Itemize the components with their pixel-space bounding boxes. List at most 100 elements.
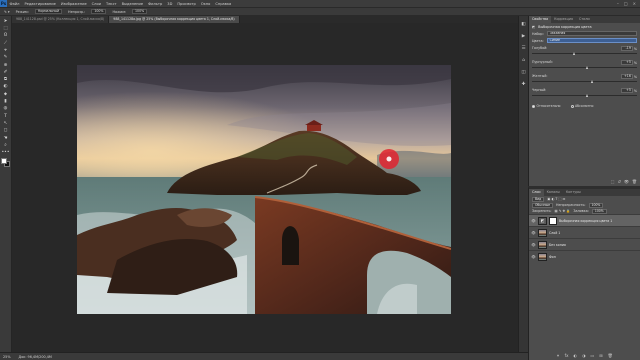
adjustment-layer-icon[interactable]: ◑ — [582, 353, 586, 358]
eyedropper-tool-icon[interactable]: ✎ — [2, 55, 10, 61]
libraries-panel-icon[interactable]: ⌂ — [520, 57, 527, 64]
menu-view[interactable]: Просмотр — [175, 2, 198, 6]
layer-opacity-field[interactable]: 100% — [588, 202, 604, 208]
fill-field[interactable]: 100% — [591, 208, 607, 214]
menu-window[interactable]: Окно — [198, 2, 213, 6]
brush-tool-icon[interactable]: ✐ — [2, 70, 10, 76]
foreground-color-swatch[interactable] — [0, 158, 7, 165]
layer-name[interactable]: Слой 1 — [549, 231, 560, 235]
slider-track[interactable] — [532, 52, 637, 55]
menu-type[interactable]: Текст — [104, 2, 120, 6]
reset-icon[interactable]: ↺ — [617, 179, 620, 184]
slider-value-field[interactable]: -19 — [620, 46, 633, 51]
slider-handle[interactable] — [586, 66, 589, 69]
menu-layers[interactable]: Слои — [89, 2, 103, 6]
crop-tool-icon[interactable]: ⌖ — [2, 48, 10, 54]
clone-stamp-tool-icon[interactable]: ⧉ — [2, 77, 10, 83]
slider-handle[interactable] — [586, 94, 589, 97]
zoom-level[interactable]: 25% — [3, 355, 11, 359]
more-tools-icon[interactable]: ••• — [2, 150, 10, 156]
history-brush-tool-icon[interactable]: ◐ — [2, 85, 10, 91]
tab-channels[interactable]: Каналы — [544, 189, 563, 196]
layer-mask-thumbnail[interactable] — [549, 216, 557, 225]
document-image[interactable] — [77, 65, 451, 314]
color-swatches[interactable] — [0, 158, 11, 168]
tab-adjustments[interactable]: Коррекция — [551, 16, 576, 23]
mode-select[interactable]: Нормальный — [34, 9, 63, 14]
layer-name[interactable]: Без копия — [549, 243, 566, 247]
menu-filter[interactable]: Фильтр — [146, 2, 165, 6]
tab-layers[interactable]: Слои — [529, 189, 544, 196]
layer-row[interactable]: 👁 Слой 1 — [529, 226, 640, 238]
method-absolute-radio[interactable] — [570, 104, 574, 108]
path-select-tool-icon[interactable]: ↖ — [2, 121, 10, 127]
slider-handle[interactable] — [591, 80, 594, 83]
slider-track[interactable] — [532, 80, 637, 83]
slider-track[interactable] — [532, 94, 637, 97]
eraser-tool-icon[interactable]: ⬥ — [2, 92, 10, 98]
brush-preset-icon[interactable]: ✎ ▾ — [4, 10, 10, 14]
menu-help[interactable]: Справка — [213, 2, 234, 6]
minimize-button[interactable]: – — [617, 1, 619, 6]
layer-kind-filter[interactable]: Вид — [532, 196, 545, 202]
gradient-tool-icon[interactable]: ▮ — [2, 99, 10, 105]
type-tool-icon[interactable]: T — [2, 114, 10, 120]
opacity-field[interactable]: 100% — [91, 9, 107, 14]
new-group-icon[interactable]: ▭ — [590, 353, 594, 358]
healing-tool-icon[interactable]: ⊕ — [2, 63, 10, 69]
eye-icon[interactable]: 👁 — [531, 255, 536, 259]
zoom-tool-icon[interactable]: ⌕ — [2, 143, 10, 149]
add-mask-icon[interactable]: ◐ — [573, 353, 577, 358]
layer-style-icon[interactable]: fx — [565, 353, 569, 358]
slider-handle[interactable] — [572, 52, 575, 55]
actions-panel-icon[interactable]: ▶ — [520, 33, 527, 40]
clip-to-layer-icon[interactable]: ⬚ — [611, 179, 615, 184]
move-tool-icon[interactable]: ➤ — [2, 19, 10, 25]
method-relative-option[interactable]: Относительно — [532, 104, 561, 108]
tab-document-psd[interactable]: 988_141128.psd @ 25% (Коллекция 1, Слой-… — [12, 16, 110, 23]
quick-select-tool-icon[interactable]: ⟋ — [2, 41, 10, 47]
method-relative-radio[interactable] — [532, 104, 535, 108]
menu-edit[interactable]: Редактирование — [22, 2, 58, 6]
menu-file[interactable]: Файл — [7, 2, 22, 6]
slider-value-field[interactable]: +16 — [620, 74, 633, 79]
menu-select[interactable]: Выделение — [119, 2, 145, 6]
tab-styles[interactable]: Стили — [576, 16, 593, 23]
shape-tool-icon[interactable]: ◻ — [2, 128, 10, 134]
delete-layer-icon[interactable]: 🗑 — [608, 353, 613, 358]
visibility-icon[interactable]: 👁 — [624, 179, 629, 184]
slider-track[interactable] — [532, 66, 637, 69]
filter-icons[interactable]: ▣ ◐ T ⬚ ⊡ — [547, 197, 565, 201]
hand-tool-icon[interactable]: ☚ — [2, 136, 10, 142]
flow-field[interactable]: 100% — [132, 9, 148, 14]
marquee-tool-icon[interactable]: ⬚ — [2, 26, 10, 32]
lasso-tool-icon[interactable]: ʘ — [2, 34, 10, 40]
blend-mode-select[interactable]: Обычные — [532, 202, 553, 208]
delete-icon[interactable]: 🗑 — [632, 179, 637, 184]
new-layer-icon[interactable]: ⊞ — [599, 353, 602, 358]
layer-row[interactable]: 👁 Без копия — [529, 238, 640, 250]
menu-image[interactable]: Изображение — [58, 2, 89, 6]
eye-icon[interactable]: 👁 — [531, 231, 536, 235]
close-button[interactable]: × — [633, 1, 636, 6]
swatches-panel-icon[interactable]: ◫ — [520, 69, 527, 76]
preset-select[interactable]: Заказная — [546, 31, 637, 36]
layer-row[interactable]: 👁 ◩ Выборочная коррекция цвета 1 — [529, 214, 640, 226]
tab-document-jpg[interactable]: 988_141128a.jpg @ 25% (Выборочная коррек… — [109, 16, 240, 23]
paragraph-panel-icon[interactable]: ☰ — [520, 45, 527, 52]
method-absolute-option[interactable]: Абсолютно — [570, 104, 593, 108]
eye-icon[interactable]: 👁 — [531, 219, 536, 223]
tab-paths[interactable]: Контуры — [563, 189, 584, 196]
lock-icons[interactable]: ▦ ✎ ✥ 🔒 — [555, 209, 571, 213]
layer-name[interactable]: Фон — [549, 255, 556, 259]
slider-value-field[interactable]: +5 — [620, 88, 633, 93]
dodge-tool-icon[interactable]: ◍ — [2, 107, 10, 113]
menu-3d[interactable]: 3D — [165, 2, 175, 6]
layer-row[interactable]: 👁 Фон — [529, 250, 640, 262]
layer-name[interactable]: Выборочная коррекция цвета 1 — [559, 219, 612, 223]
canvas-area[interactable] — [12, 23, 518, 352]
maximize-button[interactable]: □ — [624, 1, 628, 6]
link-layers-icon[interactable]: ⚭ — [556, 353, 559, 358]
eye-icon[interactable]: 👁 — [531, 243, 536, 247]
colors-select[interactable]: Синие — [546, 38, 637, 43]
